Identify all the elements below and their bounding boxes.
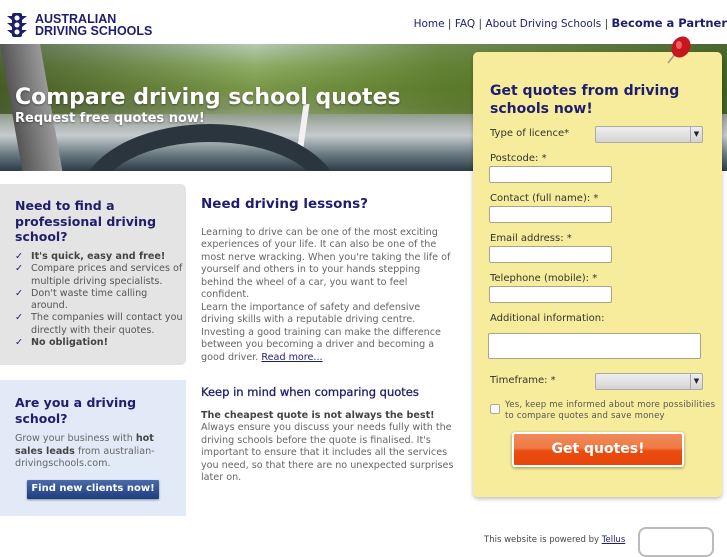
phone-label: Telephone (mobile): * bbox=[490, 273, 598, 284]
nav-separator: | bbox=[447, 18, 452, 30]
licence-label: Type of licence* bbox=[490, 128, 570, 139]
licence-select[interactable]: ▼ bbox=[595, 126, 703, 143]
chevron-down-icon: ▼ bbox=[690, 127, 702, 142]
list-item: It's quick, easy and free! bbox=[15, 251, 185, 264]
comparing-heading: Keep in mind when comparing quotes bbox=[201, 385, 419, 399]
driving-school-text: Grow your business with hot sales leads … bbox=[15, 433, 155, 470]
nav-about[interactable]: About Driving Schools bbox=[485, 18, 601, 30]
contact-input[interactable] bbox=[489, 206, 612, 223]
additional-info-textarea[interactable] bbox=[488, 333, 701, 359]
lessons-heading: Need driving lessons? bbox=[201, 196, 368, 212]
banner-title: Compare driving school quotes bbox=[15, 85, 401, 110]
benefits-list: It's quick, easy and free! Compare price… bbox=[15, 251, 185, 350]
pushpin-icon bbox=[667, 36, 691, 64]
comparing-paragraph: The cheapest quote is not always the bes… bbox=[201, 410, 454, 484]
contact-label: Contact (full name): * bbox=[490, 193, 599, 204]
email-input[interactable] bbox=[489, 246, 612, 263]
lessons-paragraph-1: Learning to drive can be one of the most… bbox=[201, 227, 451, 301]
newsletter-label: Yes, keep me informed about more possibi… bbox=[505, 400, 716, 421]
timeframe-select[interactable]: ▼ bbox=[595, 373, 703, 390]
newsletter-checkbox[interactable] bbox=[490, 404, 500, 414]
list-item: Compare prices and services of multiple … bbox=[15, 263, 185, 288]
list-item: The companies will contact you directly … bbox=[15, 312, 185, 337]
nav-become-partner[interactable]: Become a Partner bbox=[611, 16, 727, 30]
chevron-down-icon: ▼ bbox=[690, 374, 702, 389]
nav-home[interactable]: Home bbox=[414, 18, 445, 30]
email-label: Email address: * bbox=[490, 233, 572, 244]
tellus-link[interactable]: Tellus bbox=[602, 535, 626, 545]
additional-info-label: Additional information: bbox=[490, 313, 605, 324]
get-quotes-button[interactable]: Get quotes! bbox=[512, 432, 684, 467]
phone-input[interactable] bbox=[489, 286, 612, 303]
list-item: Don't waste time calling around. bbox=[15, 288, 185, 313]
form-title: Get quotes from driving schools now! bbox=[490, 83, 680, 117]
list-item: No obligation! bbox=[15, 337, 185, 350]
timeframe-label: Timeframe: * bbox=[490, 375, 556, 386]
powered-by-text: This website is powered by Tellus bbox=[484, 535, 626, 545]
find-school-title: Need to find a professional driving scho… bbox=[15, 198, 157, 244]
banner-subtitle: Request free quotes now! bbox=[15, 111, 205, 126]
postcode-label: Postcode: * bbox=[490, 153, 547, 164]
driving-school-title: Are you a driving school? bbox=[15, 395, 137, 426]
nav-separator: | bbox=[604, 18, 609, 30]
traffic-light-logo-icon[interactable] bbox=[6, 12, 28, 38]
lessons-paragraph-2: Learn the importance of safety and defen… bbox=[201, 302, 441, 363]
postcode-input[interactable] bbox=[489, 166, 612, 183]
find-new-clients-button[interactable]: Find new clients now! bbox=[27, 480, 159, 499]
top-nav: Home | FAQ | About Driving Schools | Bec… bbox=[414, 16, 727, 30]
logo-line-2: DRIVING SCHOOLS bbox=[35, 24, 153, 38]
read-more-link[interactable]: Read more... bbox=[261, 352, 322, 363]
logo-text[interactable]: AUSTRALIAN DRIVING SCHOOLS bbox=[35, 13, 153, 38]
tellus-logo[interactable] bbox=[638, 527, 714, 557]
nav-faq[interactable]: FAQ bbox=[455, 18, 475, 30]
nav-separator: | bbox=[478, 18, 483, 30]
